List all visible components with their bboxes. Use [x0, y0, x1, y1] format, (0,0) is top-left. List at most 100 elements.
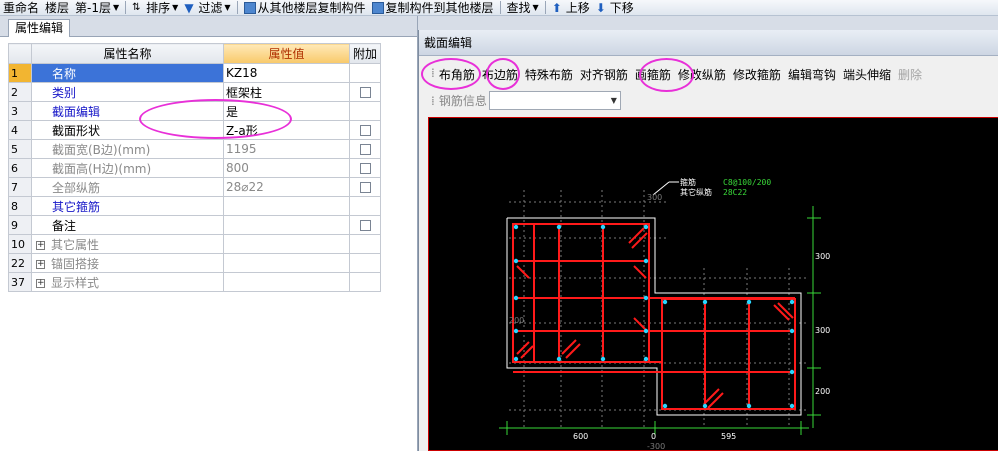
attach-checkbox[interactable]	[359, 87, 371, 98]
header-property-value: 属性值	[223, 43, 350, 64]
rebar-dot	[662, 299, 668, 305]
app-root: 重命名 楼层 第-1层 ▼ ⇅ 排序 ▼ ▼ 过滤 ▼ 从其他楼层复制构件 复制…	[0, 0, 998, 451]
table-row[interactable]: 5 截面宽(B边)(mm) 1195	[8, 139, 381, 159]
main-toolbar: 重命名 楼层 第-1层 ▼ ⇅ 排序 ▼ ▼ 过滤 ▼ 从其他楼层复制构件 复制…	[0, 0, 998, 16]
sort-button[interactable]: ⇅ 排序 ▼	[129, 0, 181, 15]
tab-property-edit[interactable]: 属性编辑	[8, 19, 71, 37]
header-attach: 附加	[349, 43, 381, 64]
table-row[interactable]: 8 其它箍筋	[8, 196, 381, 216]
copy-icon	[371, 1, 384, 14]
rebar-info-select[interactable]: ▼	[488, 91, 621, 110]
copy-to-floor-button[interactable]: 复制构件到其他楼层	[369, 0, 497, 15]
rebar-dot	[643, 328, 649, 334]
special-rebar-button[interactable]: 特殊布筋	[525, 66, 573, 83]
move-up-label: 上移	[565, 0, 590, 15]
rebar-dot	[746, 299, 752, 305]
property-group[interactable]: + 显示样式	[31, 272, 224, 292]
move-down-button[interactable]: ⬇ 下移	[593, 0, 637, 15]
editor-toolbar: ⁞ 布角筋 布边筋 特殊布筋 对齐钢筋 画箍筋 修改纵筋 修改箍筋 编辑弯钩 端…	[431, 66, 929, 83]
rebar-dot	[600, 356, 606, 362]
property-value-input[interactable]: Z-a形	[223, 120, 350, 140]
draw-stirrup-button[interactable]: 画箍筋	[635, 66, 671, 83]
arrow-up-icon: ⬆	[551, 0, 562, 15]
chevron-down-icon: ▼	[172, 2, 179, 12]
sort-icon: ⇅	[132, 1, 141, 13]
toolbar-divider	[499, 1, 501, 14]
stirrup-label: 箍筋	[680, 177, 696, 187]
toolbar-divider	[544, 1, 546, 14]
section-canvas[interactable]: 箍筋 其它纵筋 C8@100/200 28C22 300 200 300 300…	[428, 117, 998, 451]
rebar-dot	[702, 403, 708, 409]
property-tabbar: 属性编辑	[0, 16, 417, 37]
align-rebar-button[interactable]: 对齐钢筋	[580, 66, 628, 83]
expand-icon[interactable]: +	[36, 259, 45, 269]
table-row[interactable]: 9 备注	[8, 215, 381, 235]
copy-icon	[243, 1, 256, 14]
property-group[interactable]: + 锚固搭接	[31, 253, 224, 273]
property-value-input[interactable]: 1195	[223, 139, 350, 159]
row-number: 7	[8, 177, 32, 197]
grid-left-label: 200	[509, 316, 524, 325]
property-group[interactable]: + 其它属性	[31, 234, 224, 254]
property-value-input[interactable]: KZ18	[223, 63, 350, 83]
attach-cell	[349, 272, 381, 292]
rebar-dot	[789, 299, 795, 305]
filter-button[interactable]: ▼ 过滤 ▼	[181, 0, 233, 15]
property-name: 锚固搭接	[51, 256, 100, 271]
attach-checkbox[interactable]	[359, 144, 371, 155]
table-row[interactable]: 10 + 其它属性	[8, 234, 381, 254]
table-row[interactable]: 4 截面形状 Z-a形	[8, 120, 381, 140]
property-value-input[interactable]: 28⌀22	[223, 177, 350, 197]
corner-rebar-button[interactable]: 布角筋	[439, 66, 475, 83]
table-row[interactable]: 2 类别 框架柱	[8, 82, 381, 102]
property-grid-header: 属性名称 属性值 附加	[8, 43, 381, 64]
rebar-dot	[746, 403, 752, 409]
table-row[interactable]: 1 名称 KZ18	[8, 63, 381, 83]
property-value-input[interactable]: 800	[223, 158, 350, 178]
edge-rebar-button[interactable]: 布边筋	[482, 66, 518, 83]
modify-long-rebar-button[interactable]: 修改纵筋	[678, 66, 726, 83]
section-editor-window: 截面编辑 ⁞ 布角筋 布边筋 特殊布筋 对齐钢筋 画箍筋 修改纵筋 修改箍筋 编…	[418, 30, 998, 451]
property-value-input[interactable]: 框架柱	[223, 82, 350, 102]
property-value-input[interactable]	[223, 215, 350, 235]
copy-from-floor-button[interactable]: 从其他楼层复制构件	[241, 0, 369, 15]
modify-stirrup-button[interactable]: 修改箍筋	[733, 66, 781, 83]
rebar-dot	[556, 224, 562, 230]
table-row[interactable]: 3 截面编辑 是	[8, 101, 381, 121]
other-long-label: 其它纵筋	[680, 187, 712, 197]
expand-icon[interactable]: +	[36, 278, 45, 288]
delete-button[interactable]: 删除	[898, 66, 922, 83]
rebar-dot	[600, 224, 606, 230]
section-drawing[interactable]: 箍筋 其它纵筋 C8@100/200 28C22 300 200 300 300…	[429, 118, 998, 451]
table-row[interactable]: 7 全部纵筋 28⌀22	[8, 177, 381, 197]
attach-checkbox[interactable]	[359, 163, 371, 174]
expand-icon[interactable]: +	[36, 240, 45, 250]
table-row[interactable]: 37 + 显示样式	[8, 272, 381, 292]
rename-button[interactable]: 重命名	[0, 0, 42, 15]
property-value-input	[223, 272, 350, 292]
property-name: 名称	[31, 63, 224, 83]
copy-to-floor-label: 复制构件到其他楼层	[385, 0, 494, 15]
attach-checkbox[interactable]	[359, 182, 371, 193]
dimension-label: 600	[573, 432, 588, 441]
property-value-input	[223, 253, 350, 273]
dimension-label: 300	[815, 326, 830, 335]
move-up-button[interactable]: ⬆ 上移	[549, 0, 593, 15]
stirrup-hook	[628, 227, 645, 244]
end-stretch-button[interactable]: 端头伸缩	[843, 66, 891, 83]
property-value-input[interactable]: 是	[223, 101, 350, 121]
table-row[interactable]: 6 截面高(H边)(mm) 800	[8, 158, 381, 178]
edit-hook-button[interactable]: 编辑弯钩	[788, 66, 836, 83]
table-row[interactable]: 22 + 锚固搭接	[8, 253, 381, 273]
attach-checkbox[interactable]	[359, 220, 371, 231]
property-panel: 属性编辑 属性名称 属性值 附加 1 名称 KZ18 2 类别 框架柱 3 截面…	[0, 16, 418, 451]
property-value-input[interactable]	[223, 196, 350, 216]
toolbar-divider	[125, 1, 127, 14]
attach-checkbox[interactable]	[359, 125, 371, 136]
find-button[interactable]: 查找 ▼	[504, 0, 542, 15]
row-number: 5	[8, 139, 32, 159]
property-name: 类别	[31, 82, 224, 102]
rebar-dot	[643, 224, 649, 230]
header-row-number	[8, 43, 32, 64]
floor-select[interactable]: 第-1层 ▼	[72, 0, 122, 15]
